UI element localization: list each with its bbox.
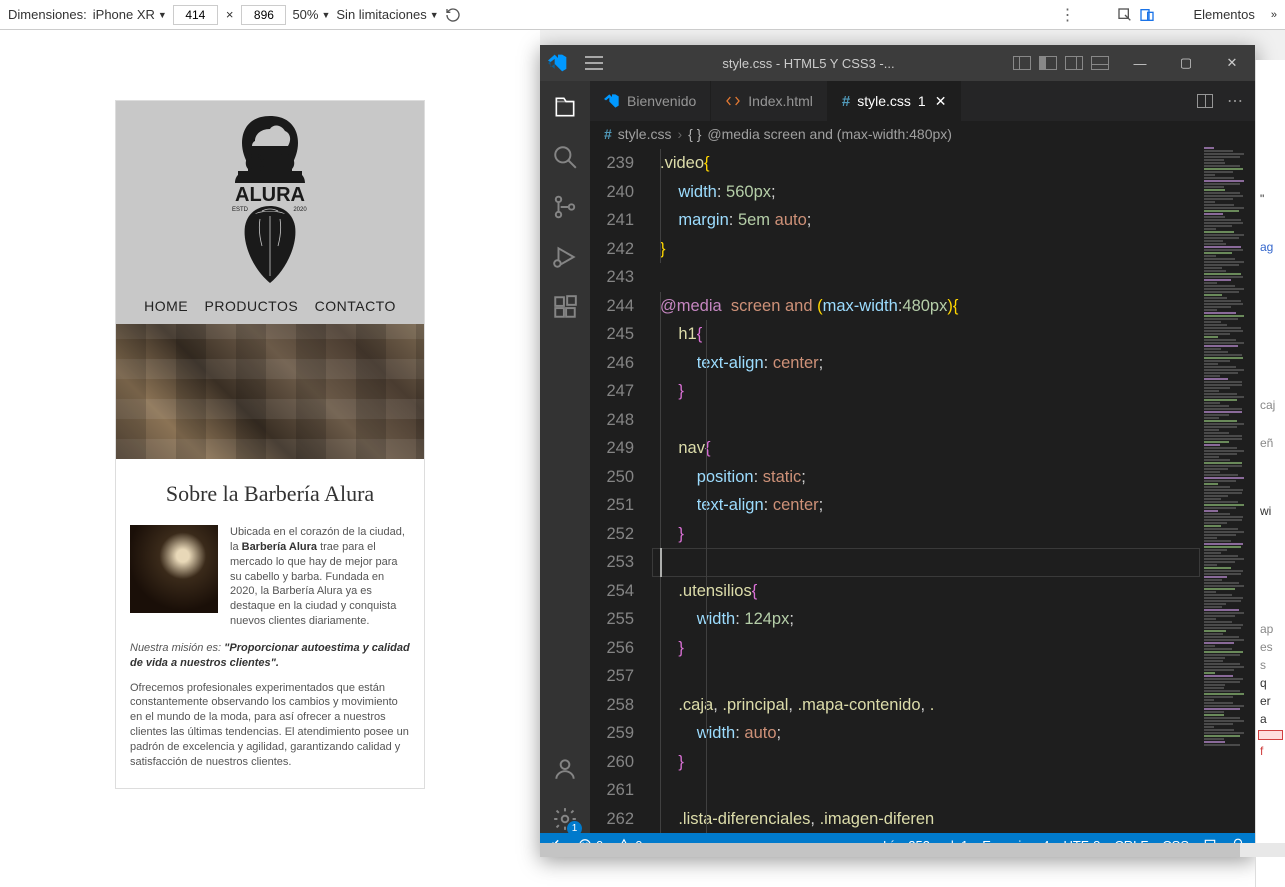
elements-tab[interactable]: Elementos: [1187, 5, 1260, 24]
code-editor[interactable]: 2392402412422432442452462472482492502512…: [590, 147, 1255, 833]
tab-welcome[interactable]: Bienvenido: [590, 81, 711, 121]
zoom-dropdown[interactable]: 50% ▼: [292, 7, 330, 22]
layout-icon[interactable]: [1013, 56, 1031, 70]
vscode-logo-icon: [540, 53, 576, 73]
maximize-button[interactable]: ▢: [1163, 45, 1209, 81]
activity-bar: 1: [540, 81, 590, 833]
main-area: ALURA ESTD 2020 HOME PRODUCTOS CONTACTO …: [0, 30, 1285, 857]
chevron-right-icon[interactable]: »: [1271, 9, 1277, 21]
layout-icon[interactable]: [1091, 56, 1109, 70]
body-text: Ubicada en el corazón de la ciudad, la B…: [116, 525, 424, 788]
svg-text:ALURA: ALURA: [235, 184, 305, 206]
chevron-right-icon: ›: [677, 126, 682, 142]
badge: 1: [567, 821, 582, 833]
chevron-down-icon: ▼: [321, 10, 330, 20]
layout-icon[interactable]: [1065, 56, 1083, 70]
line-gutter: 2392402412422432442452462472482492502512…: [590, 147, 652, 833]
search-icon[interactable]: [551, 143, 579, 171]
site-header: ALURA ESTD 2020: [116, 101, 424, 294]
editor-group: Bienvenido Index.html # style.css 1 ✕: [590, 81, 1255, 833]
settings-icon[interactable]: 1: [551, 805, 579, 833]
inspect-icon[interactable]: [1117, 7, 1133, 23]
times-icon: ×: [226, 7, 234, 22]
vscode-icon: [604, 93, 620, 109]
height-input[interactable]: [241, 5, 286, 25]
svg-text:2020: 2020: [293, 207, 307, 213]
hamburger-icon[interactable]: [576, 56, 612, 70]
paragraph-2: Nuestra misión es: "Proporcionar autoest…: [130, 641, 410, 671]
code-content[interactable]: .video{ width: 560px; margin: 5em auto;}…: [652, 147, 1200, 833]
logo: ALURA ESTD 2020: [220, 111, 320, 286]
horizontal-scrollbar[interactable]: [540, 843, 1285, 857]
devtools-styles-panel: " ag caj eñ wi ap es s q er a f: [1255, 60, 1285, 887]
html-icon: [725, 93, 741, 109]
minimap[interactable]: [1200, 147, 1255, 833]
throttle-dropdown[interactable]: Sin limitaciones ▼: [336, 7, 438, 22]
split-editor-icon[interactable]: [1197, 94, 1213, 108]
brace-icon: { }: [688, 126, 701, 142]
more-icon[interactable]: ⋯: [1227, 91, 1243, 111]
window-title: style.css - HTML5 Y CSS3 -...: [612, 56, 1005, 71]
css-icon: #: [604, 126, 612, 142]
responsive-viewport: ALURA ESTD 2020 HOME PRODUCTOS CONTACTO …: [0, 30, 540, 857]
editor-tabs: Bienvenido Index.html # style.css 1 ✕: [590, 81, 1255, 121]
account-icon[interactable]: [551, 755, 579, 783]
layout-icon[interactable]: [1039, 56, 1057, 70]
nav-home[interactable]: HOME: [144, 298, 188, 314]
page-preview: ALURA ESTD 2020 HOME PRODUCTOS CONTACTO …: [115, 100, 425, 789]
site-nav: HOME PRODUCTOS CONTACTO: [116, 294, 424, 324]
modified-indicator: 1: [918, 93, 926, 109]
paragraph-3: Ofrecemos profesionales experimentados q…: [130, 681, 410, 770]
rotate-icon[interactable]: [445, 7, 461, 23]
utensils-image: [130, 525, 218, 613]
nav-contacto[interactable]: CONTACTO: [315, 298, 396, 314]
minimize-button[interactable]: —: [1117, 45, 1163, 81]
chevron-down-icon: ▼: [158, 10, 167, 20]
tab-index[interactable]: Index.html: [711, 81, 828, 121]
error-indicator: [1258, 730, 1283, 740]
hero-image: [116, 324, 424, 459]
svg-text:ESTD: ESTD: [232, 207, 249, 213]
titlebar: style.css - HTML5 Y CSS3 -... — ▢ ✕: [540, 45, 1255, 81]
source-control-icon[interactable]: [551, 193, 579, 221]
close-icon[interactable]: ✕: [935, 93, 947, 110]
close-button[interactable]: ✕: [1209, 45, 1255, 81]
device-dropdown[interactable]: iPhone XR ▼: [93, 7, 167, 22]
kebab-icon[interactable]: ⋮: [1059, 5, 1075, 25]
nav-productos[interactable]: PRODUCTOS: [205, 298, 299, 314]
breadcrumbs[interactable]: # style.css › { } @media screen and (max…: [590, 121, 1255, 147]
section-heading: Sobre la Barbería Alura: [116, 481, 424, 507]
dimensions-label: Dimensiones:: [8, 7, 87, 22]
chevron-down-icon: ▼: [430, 10, 439, 20]
css-icon: #: [842, 93, 850, 110]
devtools-toolbar: Dimensiones: iPhone XR ▼ × 50% ▼ Sin lim…: [0, 0, 1285, 30]
vscode-window: style.css - HTML5 Y CSS3 -... — ▢ ✕: [540, 45, 1255, 857]
width-input[interactable]: [173, 5, 218, 25]
explorer-icon[interactable]: [551, 93, 579, 121]
tab-style[interactable]: # style.css 1 ✕: [828, 81, 962, 121]
device-toggle-icon[interactable]: [1139, 7, 1155, 23]
paragraph-1: Ubicada en el corazón de la ciudad, la B…: [230, 525, 410, 629]
extensions-icon[interactable]: [551, 293, 579, 321]
debug-icon[interactable]: [551, 243, 579, 271]
